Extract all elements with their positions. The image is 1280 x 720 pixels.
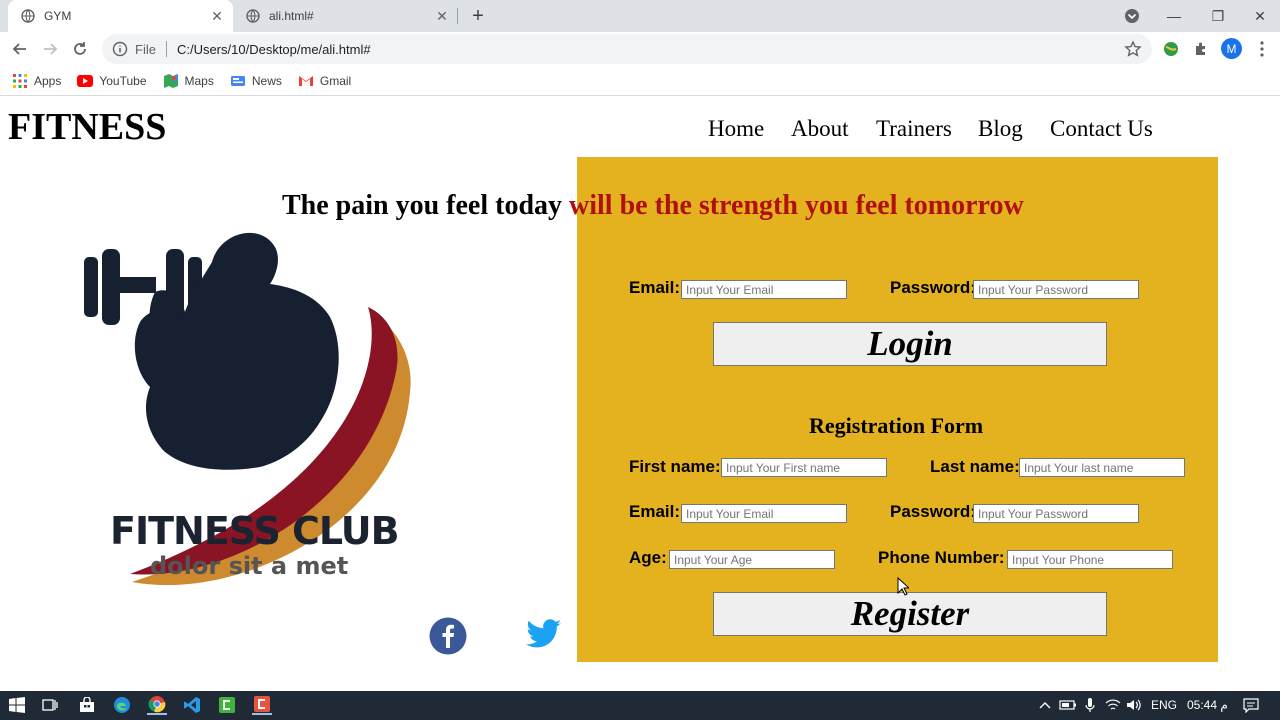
web-page: FITNESS Home About Trainers Blog Contact… xyxy=(0,97,1280,691)
address-bar[interactable]: File C:/Users/10/Desktop/me/ali.html# xyxy=(102,34,1152,64)
apps-grid-icon xyxy=(12,73,28,89)
bookmark-label: Maps xyxy=(184,73,214,88)
first-name-label: First name: xyxy=(629,457,721,476)
register-email-label: Email: xyxy=(629,502,681,521)
close-window-icon[interactable]: ✕ xyxy=(1238,0,1280,32)
nav-home[interactable]: Home xyxy=(708,116,764,142)
nav-trainers[interactable]: Trainers xyxy=(876,116,952,142)
windows-start-icon[interactable] xyxy=(7,695,27,715)
bookmark-label: Apps xyxy=(34,73,62,88)
login-email-label: Email: xyxy=(629,278,681,297)
bookmark-gmail[interactable]: Gmail xyxy=(298,73,351,89)
omnibox-divider xyxy=(165,41,167,57)
maps-icon xyxy=(163,73,179,89)
back-icon[interactable] xyxy=(8,37,32,61)
quote-part-2: will be the strength you feel tomorrow xyxy=(562,190,1024,221)
tray-chevron-up-icon[interactable] xyxy=(1035,695,1055,715)
store-icon[interactable] xyxy=(77,695,97,715)
volume-icon[interactable] xyxy=(1124,695,1144,715)
url-scheme-label: File xyxy=(135,41,156,57)
url-text[interactable]: C:/Users/10/Desktop/me/ali.html# xyxy=(177,42,371,57)
bookmark-apps[interactable]: Apps xyxy=(12,73,61,89)
language-indicator[interactable]: ENG xyxy=(1151,698,1177,712)
club-title: FITNESS CLUB xyxy=(110,509,400,553)
tab-separator xyxy=(457,8,458,24)
register-email-input[interactable] xyxy=(681,504,847,523)
wifi-icon[interactable] xyxy=(1103,695,1123,715)
battery-icon[interactable] xyxy=(1058,695,1078,715)
nav-contact-us[interactable]: Contact Us xyxy=(1050,116,1153,142)
close-tab-icon[interactable]: ✕ xyxy=(434,8,450,24)
phone-number-input[interactable] xyxy=(1007,550,1173,569)
edge-icon[interactable] xyxy=(112,695,132,715)
tab-strip: GYM ✕ ali.html# ✕ + — ❐ ✕ xyxy=(0,0,1280,32)
first-name-input[interactable] xyxy=(721,458,887,477)
bookmark-label: News xyxy=(251,73,282,88)
restore-icon[interactable]: ❐ xyxy=(1196,0,1240,32)
gmail-icon xyxy=(298,73,314,89)
nav-about[interactable]: About xyxy=(791,116,849,142)
menu-kebab-icon[interactable] xyxy=(1251,38,1273,60)
clock[interactable]: 05:44 م xyxy=(1187,698,1228,712)
bookmark-youtube[interactable]: YouTube xyxy=(77,73,147,89)
motivational-quote: The pain you feel today will be the stre… xyxy=(282,190,1024,222)
login-email-input[interactable] xyxy=(681,280,847,299)
login-button[interactable]: Login xyxy=(713,322,1107,366)
info-icon[interactable] xyxy=(112,41,128,57)
registration-form-title: Registration Form xyxy=(809,413,984,438)
register-password-label: Password: xyxy=(890,502,976,521)
microphone-icon[interactable] xyxy=(1080,695,1100,715)
tab-ali-html[interactable]: ali.html# ✕ xyxy=(233,0,458,32)
tab-gym[interactable]: GYM ✕ xyxy=(8,0,233,32)
news-icon xyxy=(230,73,246,89)
new-tab-icon[interactable]: + xyxy=(468,5,488,27)
club-subtitle: dolor sit a met xyxy=(150,552,349,580)
vscode-icon[interactable] xyxy=(182,695,202,715)
close-tab-icon[interactable]: ✕ xyxy=(209,8,225,24)
windows-taskbar: ENG 05:44 م xyxy=(0,691,1280,720)
tab-search-icon[interactable] xyxy=(1123,7,1141,25)
login-password-label: Password: xyxy=(890,278,976,297)
youtube-icon xyxy=(77,73,94,89)
task-view-icon[interactable] xyxy=(40,695,60,715)
bookmarks-bar: Apps YouTube Maps News Gmail xyxy=(0,66,1280,96)
last-name-input[interactable] xyxy=(1019,458,1185,477)
forward-icon[interactable] xyxy=(38,37,62,61)
chrome-icon[interactable] xyxy=(147,695,167,715)
mouse-cursor-icon xyxy=(897,577,909,596)
nav-blog[interactable]: Blog xyxy=(978,116,1023,142)
extension-globe-icon[interactable] xyxy=(1160,38,1182,60)
site-logo[interactable]: FITNESS xyxy=(8,105,166,149)
last-name-label: Last name: xyxy=(930,457,1020,476)
tab-title: GYM xyxy=(44,9,72,23)
red-app-icon[interactable] xyxy=(252,695,272,715)
minimize-icon[interactable]: — xyxy=(1152,0,1196,32)
extensions-puzzle-icon[interactable] xyxy=(1190,38,1212,60)
bookmark-star-icon[interactable] xyxy=(1124,40,1142,58)
tab-title: ali.html# xyxy=(269,9,314,23)
login-password-input[interactable] xyxy=(973,280,1139,299)
facebook-icon[interactable] xyxy=(429,617,467,655)
profile-avatar[interactable]: M xyxy=(1221,38,1242,59)
notifications-icon[interactable] xyxy=(1241,695,1261,715)
quote-part-1: The pain you feel today xyxy=(282,190,563,221)
phone-number-label: Phone Number: xyxy=(878,548,1005,567)
twitter-icon[interactable] xyxy=(526,619,564,657)
register-button[interactable]: Register xyxy=(713,592,1107,636)
register-password-input[interactable] xyxy=(973,504,1139,523)
reload-icon[interactable] xyxy=(68,37,92,61)
age-input[interactable] xyxy=(669,550,835,569)
bookmark-label: Gmail xyxy=(319,73,352,88)
bookmark-news[interactable]: News xyxy=(230,73,282,89)
globe-icon xyxy=(245,8,261,24)
browser-toolbar: File C:/Users/10/Desktop/me/ali.html# M xyxy=(0,32,1280,66)
bookmark-label: YouTube xyxy=(99,73,147,88)
bookmark-maps[interactable]: Maps xyxy=(163,73,214,89)
age-label: Age: xyxy=(629,548,667,567)
green-app-icon[interactable] xyxy=(217,695,237,715)
globe-icon xyxy=(20,8,36,24)
